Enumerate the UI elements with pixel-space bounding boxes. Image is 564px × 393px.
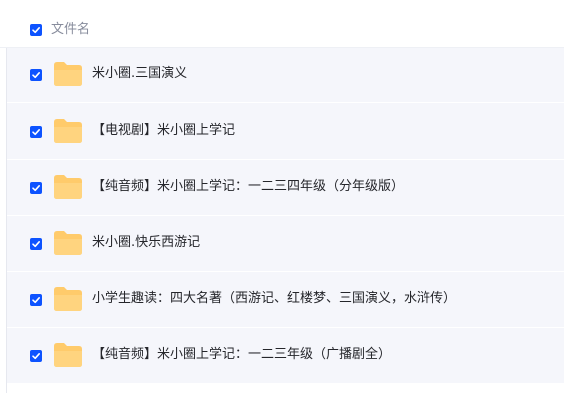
file-row[interactable]: 小学生趣读：四大名著（西游记、红楼梦、三国演义，水浒传）: [7, 272, 564, 328]
checkmark-icon: [32, 297, 40, 304]
folder-icon: [54, 343, 82, 367]
checkmark-icon: [32, 185, 40, 192]
folder-icon: [54, 287, 82, 311]
file-row[interactable]: 【纯音频】米小圈上学记：一二三年级（广播剧全）: [7, 328, 564, 384]
folder-icon: [54, 119, 82, 143]
checkmark-icon: [32, 353, 40, 360]
checkmark-icon: [32, 129, 40, 136]
filename-column-header[interactable]: 文件名: [51, 21, 90, 39]
file-list: 米小圈.三国演义 【电视剧】米小圈上学记 【纯音频】米小圈上学记：一二三四年级（…: [7, 48, 564, 384]
file-list-header: 文件名: [0, 0, 564, 48]
folder-icon: [54, 175, 82, 199]
file-name[interactable]: 小学生趣读：四大名著（西游记、红楼梦、三国演义，水浒传）: [92, 290, 456, 308]
file-checkbox[interactable]: [30, 350, 42, 362]
file-checkbox[interactable]: [30, 238, 42, 250]
checkmark-icon: [32, 72, 40, 79]
file-name[interactable]: 【纯音频】米小圈上学记：一二三年级（广播剧全）: [92, 346, 391, 364]
file-row[interactable]: 【纯音频】米小圈上学记：一二三四年级（分年级版）: [7, 160, 564, 216]
file-checkbox[interactable]: [30, 69, 42, 81]
folder-icon: [54, 62, 82, 86]
file-checkbox[interactable]: [30, 126, 42, 138]
folder-icon: [54, 231, 82, 255]
file-name[interactable]: 米小圈.快乐西游记: [92, 234, 200, 252]
file-name[interactable]: 【纯音频】米小圈上学记：一二三四年级（分年级版）: [92, 178, 404, 196]
file-checkbox[interactable]: [30, 294, 42, 306]
file-row[interactable]: 米小圈.三国演义: [7, 48, 564, 103]
select-all-checkbox[interactable]: [30, 24, 42, 36]
file-checkbox[interactable]: [30, 182, 42, 194]
file-name[interactable]: 【电视剧】米小圈上学记: [92, 122, 235, 140]
checkmark-icon: [32, 241, 40, 248]
file-name[interactable]: 米小圈.三国演义: [92, 65, 187, 83]
file-row[interactable]: 米小圈.快乐西游记: [7, 216, 564, 272]
checkmark-icon: [32, 27, 40, 34]
file-row[interactable]: 【电视剧】米小圈上学记: [7, 103, 564, 160]
